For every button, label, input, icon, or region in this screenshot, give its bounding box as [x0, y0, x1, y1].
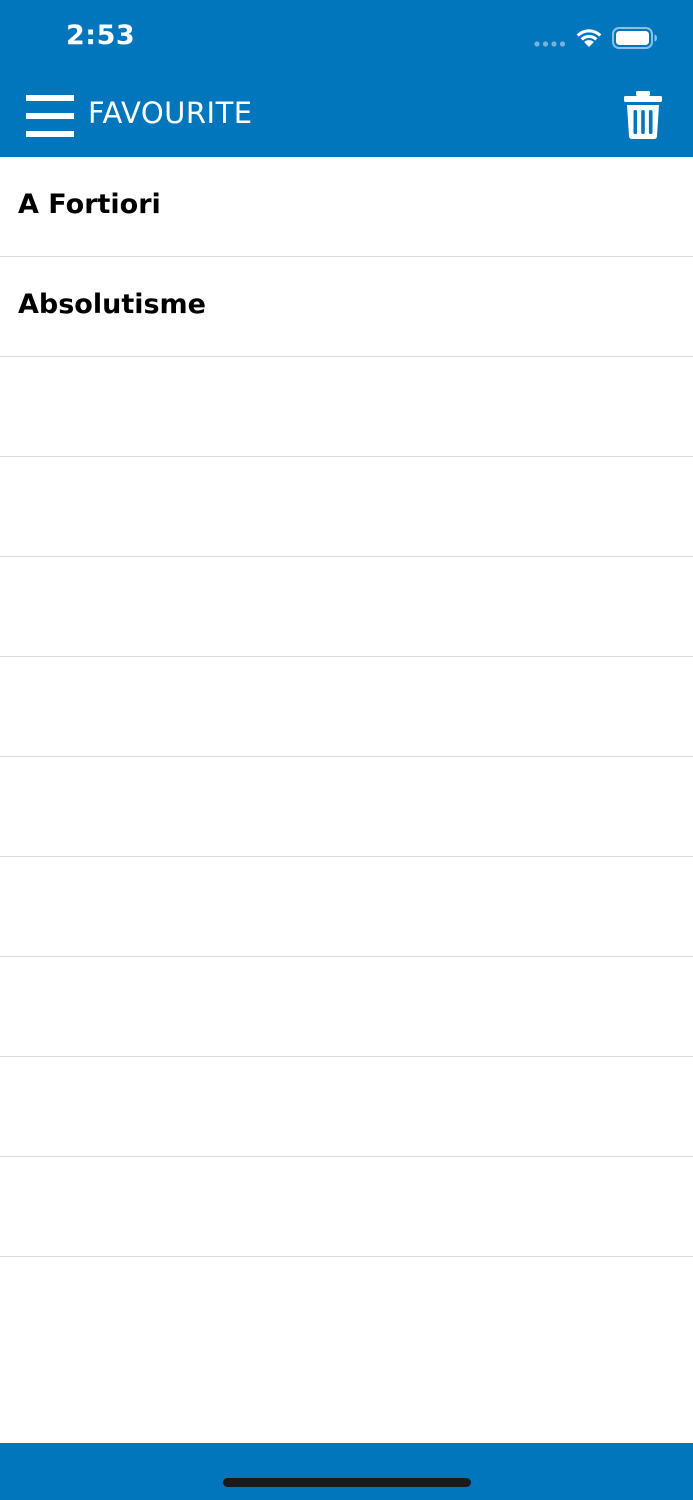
favourite-screen: 2:53 FAVOURITE A Fortiori Absolutisme — [0, 0, 693, 1500]
list-item[interactable] — [0, 857, 693, 957]
list-item[interactable] — [0, 657, 693, 757]
bottom-bar — [0, 1443, 693, 1500]
list-item[interactable] — [0, 457, 693, 557]
list-item[interactable]: A Fortiori — [0, 157, 693, 257]
trash-icon[interactable] — [624, 91, 662, 139]
top-app-bar: 2:53 FAVOURITE — [0, 0, 693, 157]
page-title: FAVOURITE — [88, 96, 253, 130]
list-item[interactable] — [0, 357, 693, 457]
list-item[interactable] — [0, 1157, 693, 1257]
list-item[interactable] — [0, 757, 693, 857]
wifi-icon — [576, 29, 602, 47]
hamburger-menu-icon[interactable] — [26, 95, 74, 137]
home-indicator[interactable] — [223, 1478, 471, 1487]
list-item[interactable] — [0, 1057, 693, 1157]
list-item[interactable]: Absolutisme — [0, 257, 693, 357]
cellular-signal-icon — [534, 41, 566, 47]
status-time: 2:53 — [66, 20, 136, 51]
list-item[interactable] — [0, 957, 693, 1057]
battery-icon — [612, 27, 657, 49]
list-item[interactable] — [0, 557, 693, 657]
favourite-list: A Fortiori Absolutisme — [0, 157, 693, 1257]
list-item-label: A Fortiori — [18, 189, 161, 220]
list-item-label: Absolutisme — [18, 289, 206, 320]
